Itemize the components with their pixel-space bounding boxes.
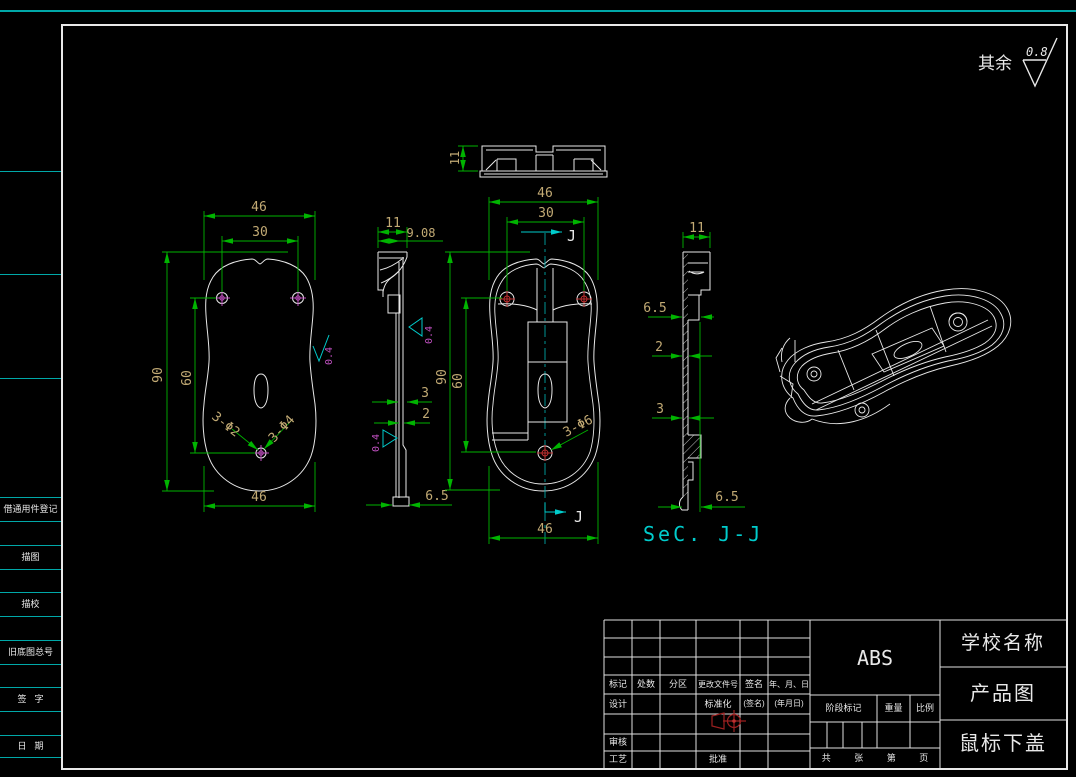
iso-rim-outline [788, 294, 1005, 411]
section-line-bottom [544, 503, 548, 513]
pages-total-label: 共 [821, 752, 831, 763]
dim-base: 6.5 [425, 489, 448, 504]
dim-wall: 2 [422, 407, 430, 422]
dim-offset: 9.08 [407, 226, 436, 240]
inner-plan-view: 11 3-Φ6 46 30 J 90 60 46 J [435, 145, 608, 548]
hole-center-marks [499, 291, 515, 307]
profile-step [387, 294, 401, 314]
top-elevation-flange [479, 170, 608, 178]
iso-boss-hole [953, 317, 963, 327]
dim-hole-height: 60 [180, 370, 195, 386]
hatch-wall [683, 252, 688, 497]
dim-width-top: 46 [537, 186, 553, 201]
pages-sheets-label: 张 [854, 752, 864, 763]
finish-left: 0.4 [371, 434, 382, 452]
material-value: ABS [856, 645, 894, 670]
projection-frustum-icon [711, 712, 725, 730]
section-caption: SeC. J-J [643, 522, 763, 546]
side-ledge [492, 422, 529, 441]
dim-width-bottom: 46 [251, 490, 267, 505]
isometric-view [775, 288, 1012, 425]
section-bottom-hook [679, 496, 688, 511]
dim-width-top: 46 [251, 200, 267, 215]
dim-hole-height: 60 [451, 373, 466, 389]
iso-boss [854, 402, 870, 418]
dim-top-height: 11 [448, 151, 462, 165]
date-hint: (年月日) [774, 699, 804, 708]
leader-cbore-holes: 3-Φ4 [266, 412, 298, 445]
dim-base: 6.5 [715, 490, 738, 505]
mouse-outline-outer [486, 258, 601, 492]
iso-outer-outline [781, 288, 1012, 417]
finish-check-icon [408, 317, 423, 337]
dim-width: 11 [689, 221, 705, 236]
finish-check-icon [382, 429, 398, 448]
role-design: 设计 [608, 698, 627, 709]
pages-page-label: 页 [919, 752, 929, 763]
dim-rib: 3 [656, 402, 664, 417]
dim-height: 90 [151, 367, 166, 383]
iso-floor-outline [796, 301, 997, 404]
scale-label: 比例 [915, 703, 934, 713]
section-wall [687, 294, 702, 510]
iso-boss [806, 366, 822, 382]
dim-rib: 3 [421, 386, 429, 401]
section-mark-top: J [567, 227, 576, 245]
part-name: 鼠标下盖 [959, 733, 1047, 755]
side-profile-view: 0.4 0.4 11 9.08 3 2 6.5 [366, 216, 452, 508]
top-elevation-bosses [496, 154, 594, 171]
iso-boss [948, 312, 968, 332]
school-name: 学校名称 [960, 633, 1045, 654]
dim-width: 11 [385, 216, 401, 231]
roughness-value: 0.8 [1026, 45, 1048, 59]
dim-width-bottom: 46 [537, 522, 553, 537]
pages-no-label: 第 [886, 752, 896, 763]
weight-label: 重量 [884, 703, 903, 713]
iso-rib-diagonal [811, 319, 993, 411]
iso-boss-hole [858, 406, 866, 414]
extension-lines [461, 297, 536, 453]
rev-header-count: 处数 [636, 679, 655, 689]
rev-header-zone: 分区 [668, 679, 687, 689]
projection-center-dot [732, 719, 736, 723]
rev-header-signature: 签名 [744, 679, 763, 689]
hatch-boss [688, 435, 701, 458]
signature-hint: (签名) [743, 699, 765, 708]
rev-header-doc-no: 更改文件号 [698, 679, 738, 689]
extension-lines [445, 251, 530, 491]
sensor-slot [253, 373, 269, 409]
stage-label: 阶段标记 [825, 703, 862, 713]
rev-header-date: 年、月、日 [769, 679, 809, 689]
dim-wall: 2 [655, 340, 663, 355]
dim-hole-span: 30 [252, 225, 268, 240]
rev-header-mark: 标记 [608, 679, 627, 689]
role-standardization: 标准化 [704, 698, 732, 709]
base-foot [392, 496, 410, 507]
finish-right: 0.4 [424, 326, 435, 344]
iso-boss-hole [810, 370, 818, 378]
pages-row: 共 张 第 页 [810, 748, 940, 768]
section-mark-bottom: J [574, 508, 583, 526]
role-process: 工艺 [608, 754, 627, 764]
finish-value: 0.4 [324, 347, 335, 365]
surface-roughness-symbol: 0.8 [1022, 37, 1058, 88]
role-approve: 批准 [708, 754, 727, 764]
wall-lines [395, 257, 407, 498]
iso-clip [775, 337, 796, 399]
role-review: 审核 [608, 737, 627, 747]
mouse-outline [202, 258, 317, 492]
section-jj-view: 11 6.5 2 3 6.5 SeC. J-J [643, 221, 763, 546]
dim-height: 90 [435, 369, 450, 385]
hole-center-marks [537, 445, 553, 461]
outer-plan-view: 46 30 90 60 46 3-Φ2 3-Φ4 0.4 [151, 200, 335, 512]
dim-hole-span: 30 [538, 206, 554, 221]
drawing-type: 产品图 [970, 682, 1036, 705]
top-elevation-inner [485, 149, 602, 171]
cad-drawing-sheet: 借通用件登记 描图 描校 旧底图总号 签字 日期 其余 0.8 46 30 90… [0, 0, 1076, 777]
dim-top-depth: 6.5 [643, 301, 666, 316]
leader-pilot-holes: 3-Φ2 [209, 409, 243, 440]
profile-curves [379, 257, 404, 284]
hole-center-marks [214, 290, 306, 306]
leader-boss-holes: 3-Φ6 [561, 413, 596, 441]
